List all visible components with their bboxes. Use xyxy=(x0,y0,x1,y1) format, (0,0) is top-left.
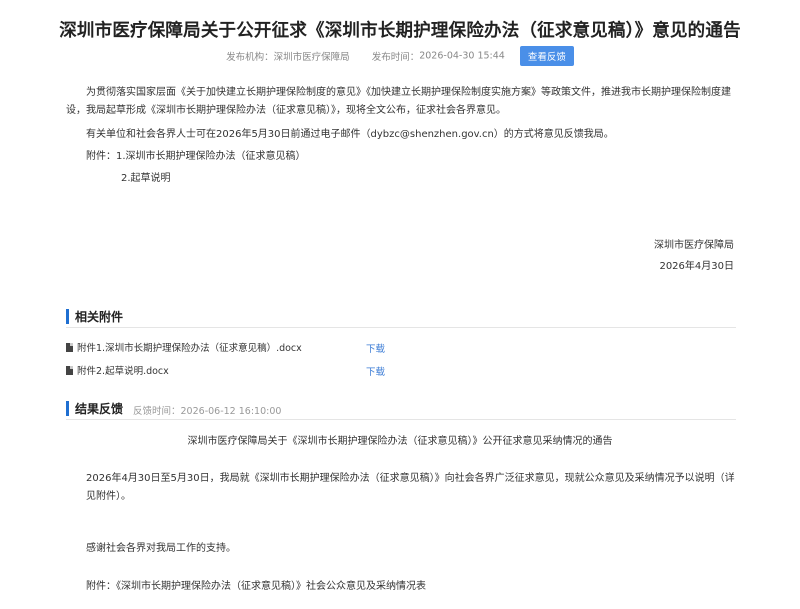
results-feedback-title: 结果反馈 xyxy=(75,402,124,416)
section-accent-bar xyxy=(66,309,69,324)
attachment-file-name[interactable]: 附件2.起草说明.docx xyxy=(77,366,169,377)
attachment-line-1: 附件：1.深圳市长期护理保险办法（征求意见稿） xyxy=(86,151,306,162)
download-link-1[interactable]: 下载 xyxy=(366,341,385,355)
article-meta: 发布机构：深圳市医疗保障局 发布时间：2026-04-30 15:44 查看反馈 xyxy=(0,46,800,66)
signature-date: 2026年4月30日 xyxy=(659,261,734,272)
body-paragraph-1: 为贯彻落实国家层面《关于加快建立长期护理保险制度的意见》《加快建立长期护理保险制… xyxy=(66,87,731,116)
related-attachments-header: 相关附件 xyxy=(66,307,736,328)
attachment-file-2[interactable]: 附件2.起草说明.docx xyxy=(66,363,169,377)
publish-time-label: 发布时间： xyxy=(371,52,420,63)
page-title: 深圳市医疗保障局关于公开征求《深圳市长期护理保险办法（征求意见稿）》意见的通告 xyxy=(59,21,741,41)
feedback-time: 反馈时间：2026-06-12 16:10:00 xyxy=(133,403,281,417)
file-icon xyxy=(66,366,73,375)
attachment-line-2: 2.起草说明 xyxy=(121,173,171,184)
feedback-time-value: 2026-06-12 16:10:00 xyxy=(180,406,282,417)
attachment-file-name[interactable]: 附件1.深圳市长期护理保险办法（征求意见稿）.docx xyxy=(77,343,302,354)
signature-org: 深圳市医疗保障局 xyxy=(654,240,734,251)
publisher-label: 发布机构： xyxy=(226,52,274,63)
publish-time-value: 2026-04-30 15:44 xyxy=(419,50,505,62)
view-feedback-button[interactable]: 查看反馈 xyxy=(519,46,574,66)
notice-page: 深圳市医疗保障局关于公开征求《深圳市长期护理保险办法（征求意见稿）》意见的通告 … xyxy=(0,0,800,609)
section-accent-bar xyxy=(66,401,69,416)
attachment-file-1[interactable]: 附件1.深圳市长期护理保险办法（征求意见稿）.docx xyxy=(66,340,302,354)
results-paragraph-2: 感谢社会各界对我局工作的支持。 xyxy=(86,543,236,554)
download-link-2[interactable]: 下载 xyxy=(366,364,385,378)
file-icon xyxy=(66,343,73,352)
publisher-value: 深圳市医疗保障局 xyxy=(273,52,350,63)
feedback-time-label: 反馈时间： xyxy=(133,406,181,417)
body-paragraph-2: 有关单位和社会各界人士可在2026年5月30日前通过电子邮件（dybzc@she… xyxy=(86,129,614,140)
related-attachments-title: 相关附件 xyxy=(75,310,124,324)
results-feedback-header: 结果反馈 反馈时间：2026-06-12 16:10:00 xyxy=(66,399,736,420)
results-notice-title: 深圳市医疗保障局关于《深圳市长期护理保险办法（征求意见稿）》公开征求意见采纳情况… xyxy=(187,436,613,447)
results-paragraph-1: 2026年4月30日至5月30日，我局就《深圳市长期护理保险办法（征求意见稿）》… xyxy=(86,473,735,502)
results-attachment: 附件：《深圳市长期护理保险办法（征求意见稿）》社会公众意见及采纳情况表 xyxy=(86,581,426,592)
